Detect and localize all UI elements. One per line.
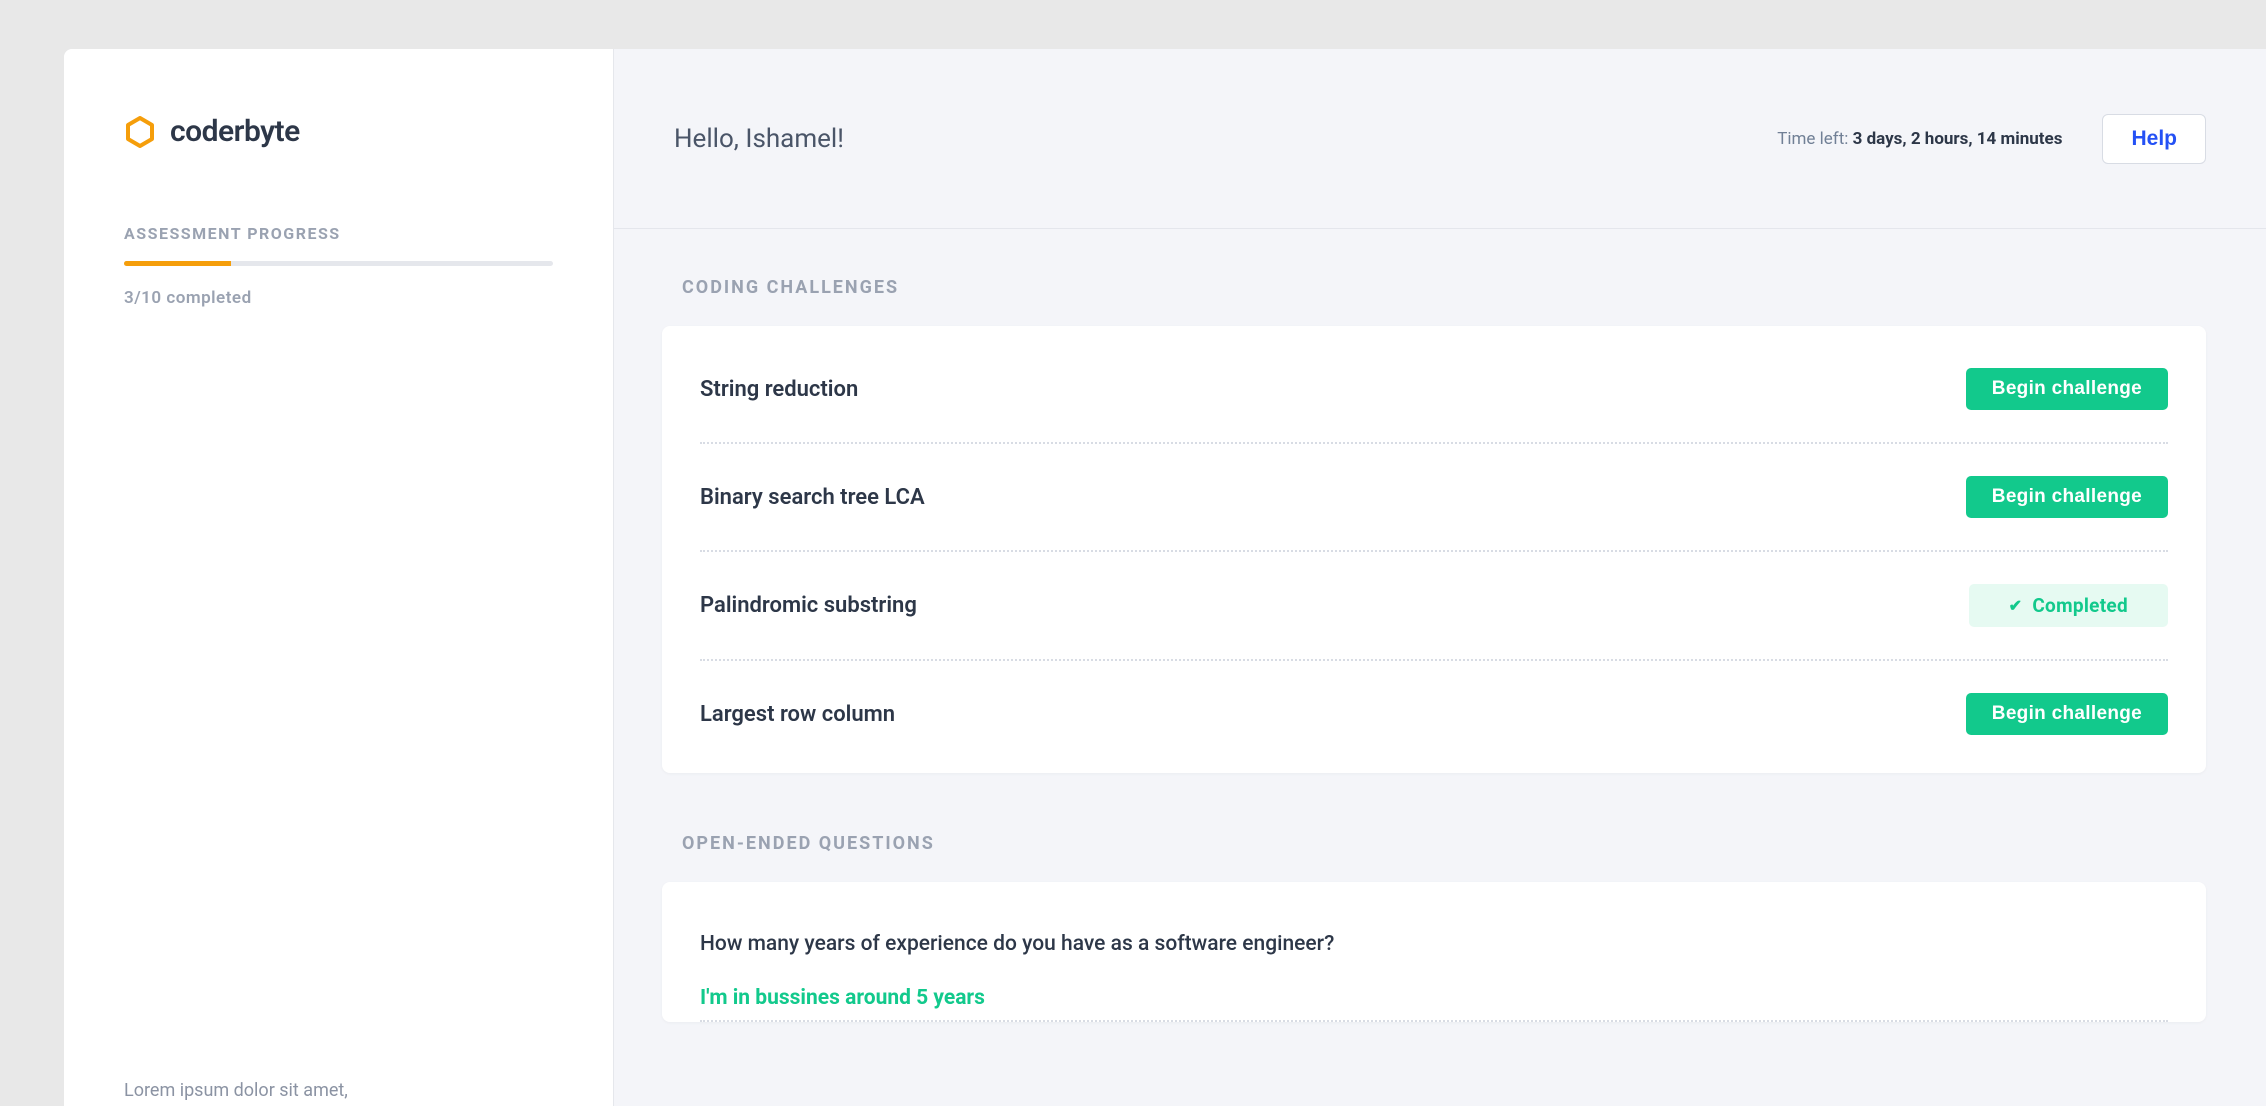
time-left-value: 3 days, 2 hours, 14 minutes — [1853, 129, 2063, 149]
main-content: Hello, Ishamel! Time left: 3 days, 2 hou… — [614, 49, 2266, 1106]
help-button[interactable]: Help — [2102, 114, 2206, 164]
completed-label: Completed — [2032, 594, 2128, 617]
challenge-name: String reduction — [700, 377, 858, 402]
time-left-label: Time left: — [1777, 129, 1852, 149]
greeting-text: Hello, Ishamel! — [674, 124, 844, 154]
question-text: How many years of experience do you have… — [700, 932, 2168, 956]
header: Hello, Ishamel! Time left: 3 days, 2 hou… — [614, 49, 2266, 229]
check-icon: ✔ — [2009, 596, 2023, 615]
begin-challenge-button[interactable]: Begin challenge — [1966, 693, 2168, 735]
time-left: Time left: 3 days, 2 hours, 14 minutes — [1777, 129, 2062, 149]
answer-text[interactable]: I'm in bussines around 5 years — [700, 986, 2168, 1022]
progress-bar — [124, 261, 553, 266]
challenges-card: String reduction Begin challenge Binary … — [662, 326, 2206, 773]
sidebar: coderbyte ASSESSMENT PROGRESS 3/10 compl… — [64, 49, 614, 1106]
hexagon-icon — [124, 116, 156, 148]
challenge-row: Palindromic substring ✔ Completed — [700, 552, 2168, 661]
challenges-section-title: CODING CHALLENGES — [662, 277, 2206, 298]
challenge-name: Binary search tree LCA — [700, 485, 925, 510]
progress-bar-fill — [124, 261, 231, 266]
question-card: How many years of experience do you have… — [662, 882, 2206, 1022]
sidebar-footer-text: Lorem ipsum dolor sit amet, — [124, 1077, 554, 1106]
content-area: CODING CHALLENGES String reduction Begin… — [614, 229, 2266, 1106]
challenge-name: Largest row column — [700, 702, 895, 727]
challenge-row: Binary search tree LCA Begin challenge — [700, 444, 2168, 552]
challenge-row: String reduction Begin challenge — [700, 336, 2168, 444]
logo-text: coderbyte — [170, 114, 300, 149]
completed-badge: ✔ Completed — [1969, 584, 2168, 627]
begin-challenge-button[interactable]: Begin challenge — [1966, 368, 2168, 410]
app-window: coderbyte ASSESSMENT PROGRESS 3/10 compl… — [64, 49, 2266, 1106]
challenge-name: Palindromic substring — [700, 593, 917, 618]
challenge-row: Largest row column Begin challenge — [700, 661, 2168, 773]
logo[interactable]: coderbyte — [124, 114, 553, 149]
progress-section-title: ASSESSMENT PROGRESS — [124, 224, 553, 243]
progress-label: 3/10 completed — [124, 288, 553, 308]
begin-challenge-button[interactable]: Begin challenge — [1966, 476, 2168, 518]
questions-section-title: OPEN-ENDED QUESTIONS — [662, 833, 2206, 854]
